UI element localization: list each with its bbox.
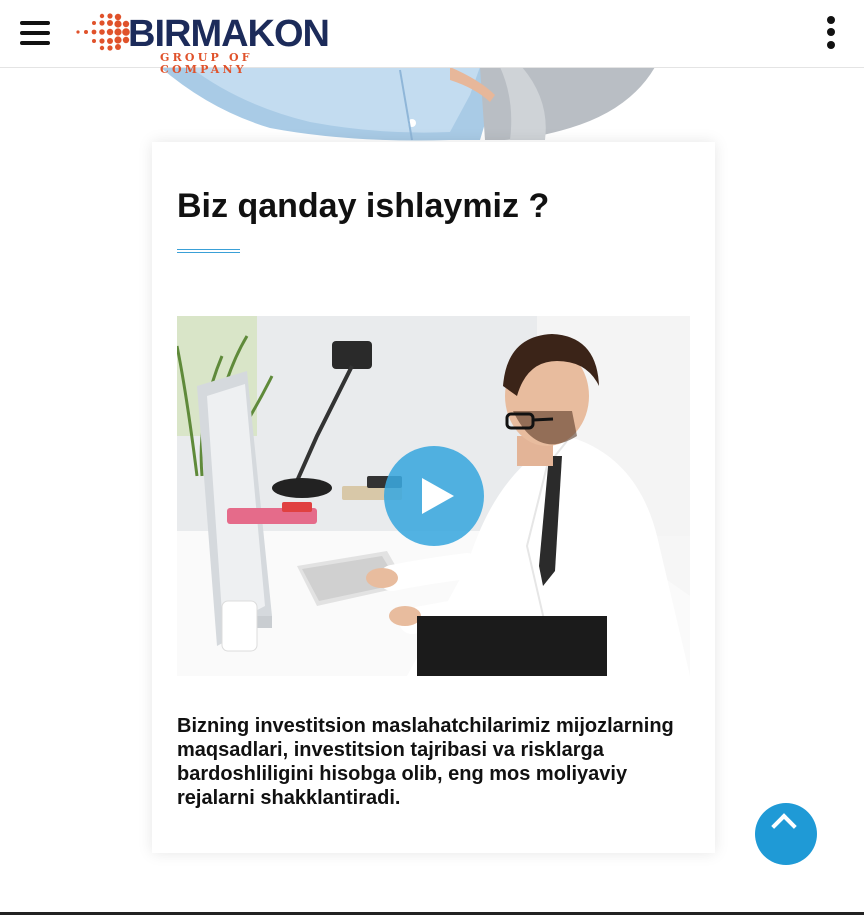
- scroll-to-top-button[interactable]: [755, 803, 817, 865]
- dot: [827, 28, 835, 36]
- hamburger-menu-icon[interactable]: [20, 19, 50, 47]
- how-we-work-card: Biz qanday ishlaymiz ? Bizning investits…: [152, 142, 715, 853]
- hamburger-line: [20, 41, 50, 45]
- section-title: Biz qanday ishlaymiz ?: [177, 187, 550, 225]
- top-header: BIRMAKON GROUP OF COMPANY: [0, 0, 864, 76]
- company-logo[interactable]: BIRMAKON GROUP OF COMPANY: [72, 10, 342, 76]
- dot: [827, 41, 835, 49]
- play-icon: [422, 478, 454, 514]
- section-description: Bizning investitsion maslahatchilarimiz …: [177, 715, 674, 809]
- logo-dots-icon: [76, 13, 130, 51]
- vertical-dots-icon[interactable]: [824, 16, 840, 50]
- dot: [827, 16, 835, 24]
- hamburger-line: [20, 31, 50, 35]
- hamburger-line: [20, 21, 50, 25]
- chevron-up-icon: [771, 813, 797, 839]
- logo-tagline: GROUP OF COMPANY: [160, 51, 253, 76]
- video-thumbnail[interactable]: [177, 316, 690, 676]
- play-button[interactable]: [384, 446, 484, 546]
- title-underline: [177, 249, 240, 253]
- logo-wordmark: BIRMAKON: [128, 13, 330, 55]
